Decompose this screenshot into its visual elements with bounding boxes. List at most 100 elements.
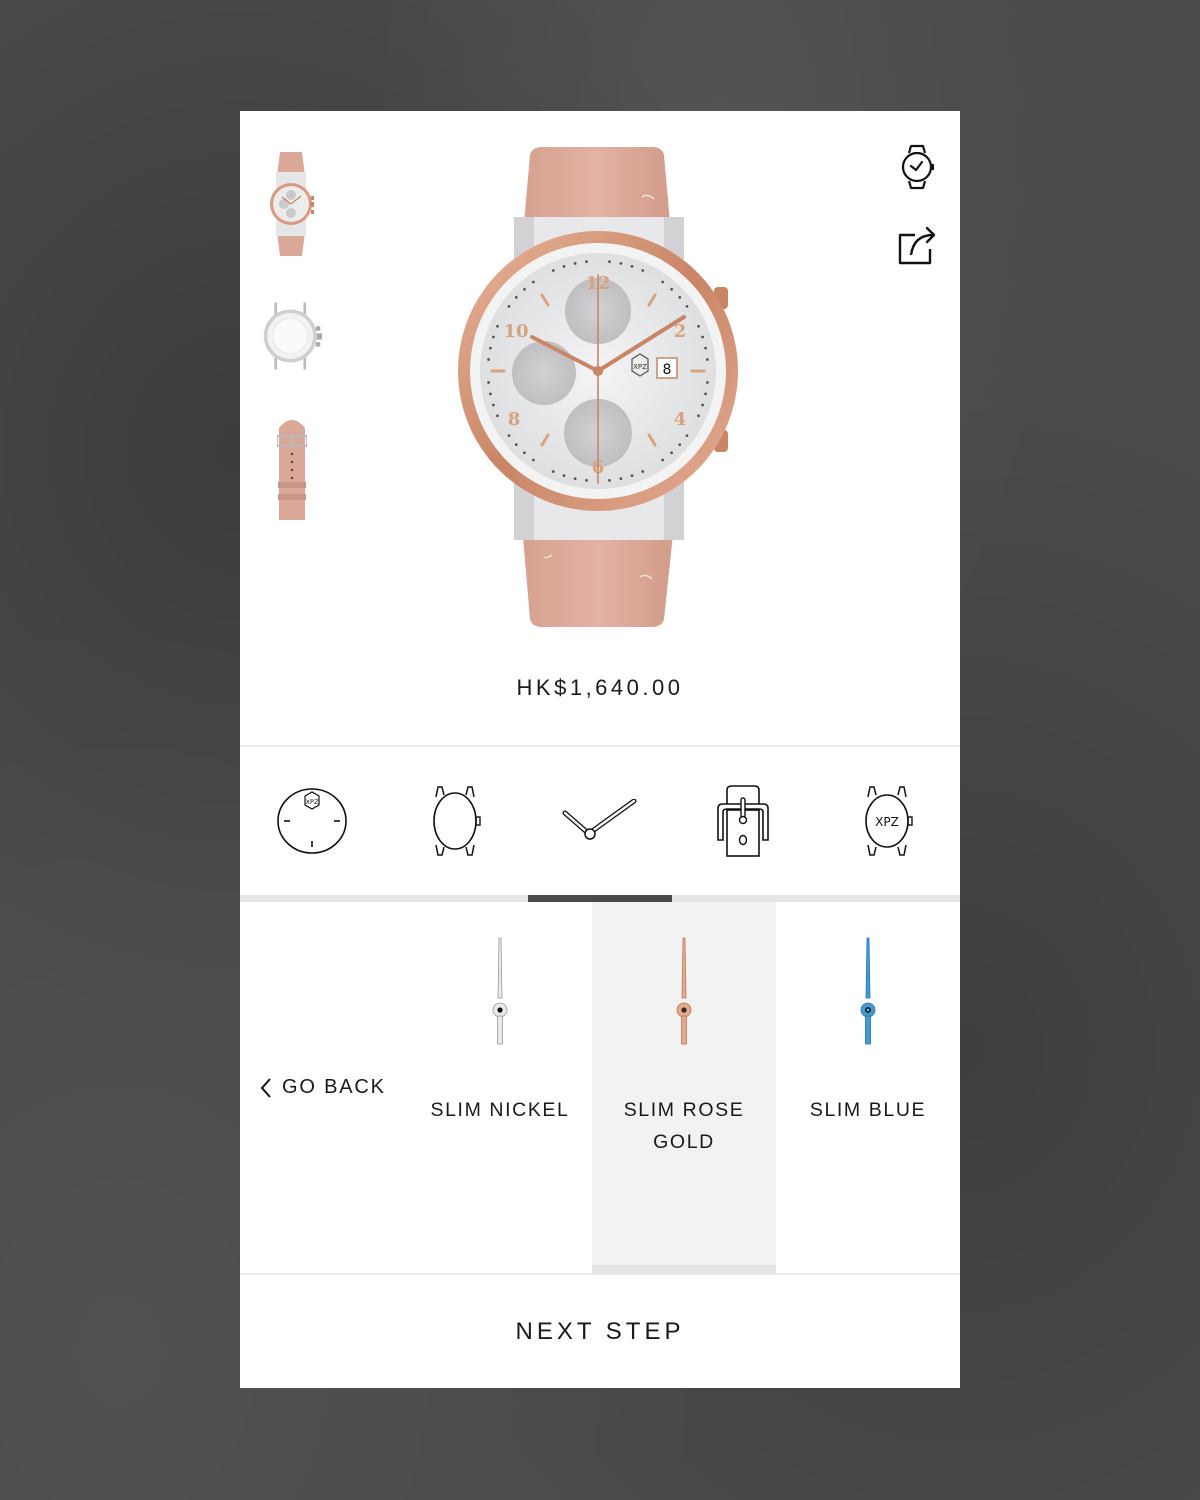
minute-dot (522, 287, 526, 291)
minute-dot (573, 477, 577, 480)
minute-dot (514, 295, 518, 299)
watch-front-thumbnail-icon (270, 152, 314, 256)
thumbnail-strap-view[interactable] (262, 413, 322, 523)
minute-dot (487, 358, 491, 361)
minute-dot (585, 478, 588, 482)
step-dial[interactable]: XPZ (240, 747, 384, 895)
hand-icon (676, 937, 692, 1045)
minute-dot (670, 287, 674, 291)
dial-numeral-8: 8 (508, 409, 521, 430)
watch-configurator-panel: 12 2 4 6 8 10 XPZ 8 (240, 111, 960, 1388)
active-step-indicator (528, 895, 672, 902)
minute-dot (685, 434, 689, 438)
minute-dot (562, 474, 566, 478)
minute-dot (704, 392, 707, 396)
thumbnail-list (262, 149, 322, 545)
minute-dot (701, 335, 705, 339)
share-icon (898, 226, 936, 265)
dial-date: 8 (663, 362, 672, 378)
minute-dot (641, 470, 645, 473)
hand-rose-gold-image (592, 936, 776, 1048)
go-back-label: GO BACK (282, 1076, 386, 1098)
minute-dot (489, 346, 492, 350)
hands-options: GO BACK SLIM NICKEL SLIM ROSE GOLD SLIM … (240, 902, 960, 1273)
hand-nickel-image (408, 936, 592, 1048)
minute-dot (551, 470, 555, 473)
watch-front-image: 12 2 4 6 8 10 XPZ 8 (458, 147, 738, 627)
minute-dot (670, 451, 674, 455)
minute-dot (705, 358, 709, 361)
minute-dot (661, 280, 665, 284)
strap-buckle-icon (717, 785, 769, 857)
configurator-steps: XPZ XPZ (240, 747, 960, 895)
minute-dot (489, 392, 492, 396)
chevron-left-icon (260, 1077, 272, 1098)
minute-dot (641, 269, 645, 272)
minute-dot (619, 262, 623, 265)
top-actions (896, 143, 938, 299)
minute-dot (531, 458, 535, 462)
product-price: HK$1,640.00 (516, 675, 684, 700)
thumbnail-back-view[interactable] (262, 281, 322, 391)
minute-dot (697, 324, 700, 328)
minute-dot (661, 458, 665, 462)
minute-dot (619, 477, 623, 480)
hands-icon (562, 799, 637, 840)
minute-dot (585, 260, 588, 264)
minute-dot (507, 304, 511, 308)
engraving-icon-text: XPZ (875, 815, 899, 829)
minute-dot (678, 443, 682, 447)
thumbnail-front-view[interactable] (262, 149, 322, 259)
minute-dot (491, 335, 495, 339)
minute-dot (551, 269, 555, 272)
dial-icon: XPZ (277, 788, 347, 854)
minute-dot (531, 280, 535, 284)
product-preview: 12 2 4 6 8 10 XPZ 8 (240, 111, 960, 746)
minute-dot (573, 262, 577, 265)
option-label: SLIM ROSE GOLD (623, 1099, 745, 1153)
minute-dot (496, 414, 499, 418)
minute-dot (514, 443, 518, 447)
watch-back-thumbnail-icon (263, 302, 322, 370)
minute-dot (705, 381, 709, 384)
engraved-case-icon: XPZ (865, 786, 913, 856)
dial-icon-logo: XPZ (306, 798, 319, 806)
step-strap[interactable] (672, 747, 816, 895)
hand-icon (860, 937, 876, 1045)
option-label: SLIM BLUE (809, 1099, 927, 1121)
minute-dot (678, 295, 682, 299)
option-slim-rose-gold[interactable]: SLIM ROSE GOLD (592, 902, 776, 1273)
hand-icon (492, 937, 508, 1045)
minute-dot (608, 478, 611, 482)
minute-dot (496, 324, 499, 328)
go-back-button[interactable]: GO BACK (240, 902, 408, 1273)
option-slim-nickel[interactable]: SLIM NICKEL (408, 902, 592, 1273)
watch-view-button[interactable] (896, 143, 938, 191)
case-icon (433, 786, 481, 856)
minute-dot (630, 264, 634, 268)
dial-numeral-4: 4 (674, 409, 687, 430)
hand-blue-image (776, 936, 960, 1048)
next-step-button[interactable]: NEXT STEP (240, 1275, 960, 1388)
step-hands[interactable] (528, 747, 672, 895)
dial-numeral-10: 10 (503, 321, 528, 342)
minute-dot (630, 474, 634, 478)
minute-dot (685, 304, 689, 308)
minute-dot (701, 403, 705, 407)
step-case[interactable] (384, 747, 528, 895)
minute-dot (522, 451, 526, 455)
minute-dot (704, 346, 707, 350)
minute-dot (697, 414, 700, 418)
option-slim-blue[interactable]: SLIM BLUE (776, 902, 960, 1273)
main-watch-image: 12 2 4 6 8 10 XPZ 8 (452, 145, 762, 629)
watch-icon (901, 144, 934, 190)
minute-dot (507, 434, 511, 438)
minute-dot (487, 381, 491, 384)
minute-dot (562, 264, 566, 268)
dial-logo: XPZ (633, 363, 647, 371)
step-engraving[interactable]: XPZ (816, 747, 960, 895)
minute-dot (608, 260, 611, 264)
minute-dot (491, 403, 495, 407)
share-button[interactable] (896, 221, 938, 269)
strap-thumbnail-icon (277, 420, 307, 520)
